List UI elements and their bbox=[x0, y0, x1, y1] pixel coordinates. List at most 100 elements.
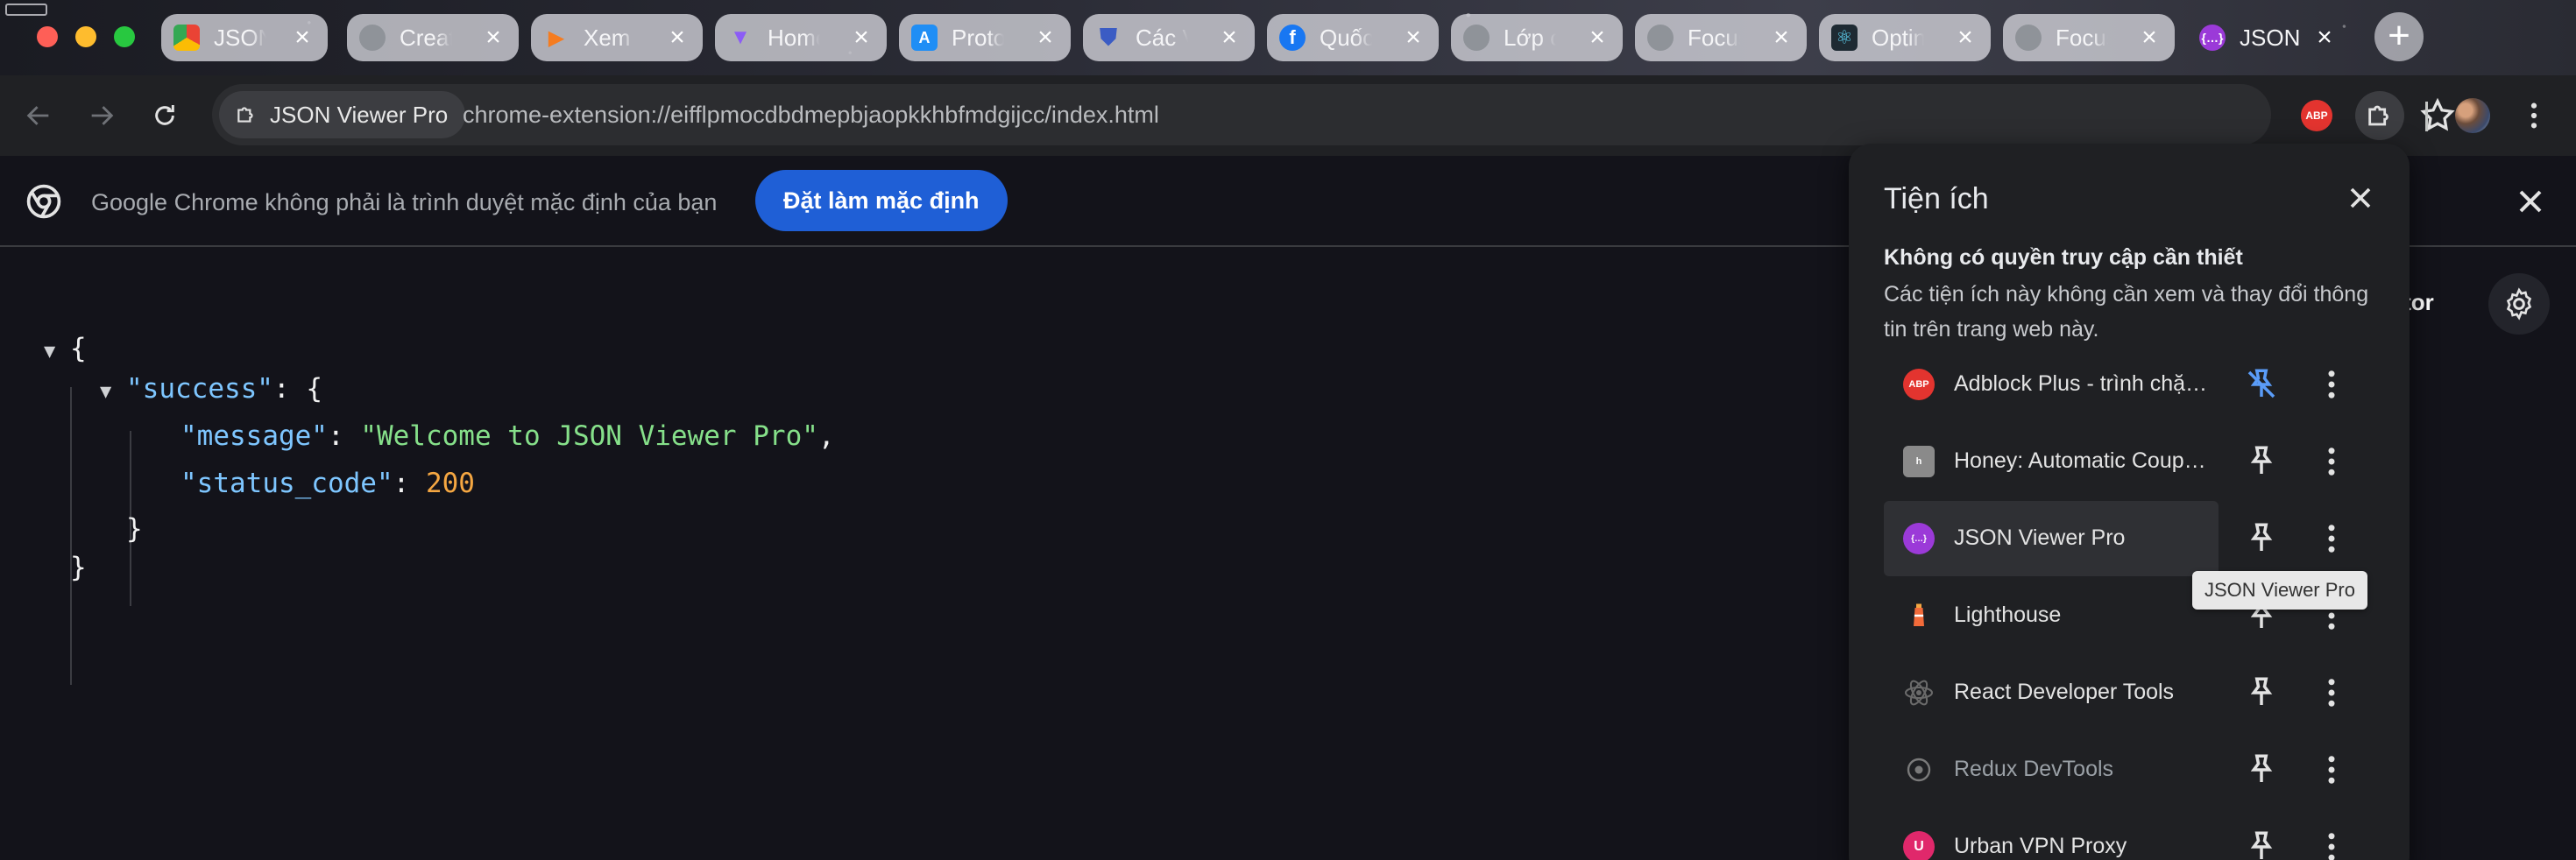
popup-title: Tiện ích bbox=[1884, 182, 1989, 215]
puzzle-icon bbox=[2368, 105, 2388, 126]
tab-title: Proton bbox=[952, 24, 1004, 51]
close-icon[interactable]: × bbox=[1584, 25, 1610, 51]
tab[interactable]: A Proton × bbox=[899, 14, 1071, 61]
json-string-value: "Welcome to JSON Viewer Pro" bbox=[360, 420, 818, 452]
site-info-chip[interactable]: JSON Viewer Pro bbox=[219, 91, 466, 138]
close-icon[interactable] bbox=[2343, 180, 2378, 215]
close-icon[interactable]: × bbox=[2311, 25, 2338, 51]
settings-button[interactable] bbox=[2488, 273, 2550, 335]
extension-row[interactable]: React Developer Tools bbox=[1884, 655, 2392, 730]
tab-title: Lớp c bbox=[1504, 24, 1556, 51]
chrome-icon bbox=[26, 184, 61, 219]
json-root-open: ▼{ bbox=[44, 331, 87, 370]
popup-section-heading: Không có quyền truy cập cần thiết bbox=[1884, 245, 2243, 270]
more-vertical-icon[interactable] bbox=[2313, 674, 2350, 711]
json-viewer-icon: {…} bbox=[2199, 25, 2226, 51]
extension-row[interactable]: Redux DevTools bbox=[1884, 732, 2392, 807]
extension-name: Honey: Automatic Coupons & Rewards bbox=[1954, 448, 2217, 473]
tab[interactable]: JSON × bbox=[161, 14, 328, 61]
tab[interactable]: ⚛ Optin × bbox=[1819, 14, 1991, 61]
extension-row[interactable]: {…} JSON Viewer Pro bbox=[1884, 501, 2392, 576]
tab[interactable]: Create × bbox=[347, 14, 519, 61]
extension-name: React Developer Tools bbox=[1954, 680, 2175, 704]
adblock-plus-toolbar-button[interactable]: ABP bbox=[2292, 91, 2341, 140]
close-icon[interactable]: × bbox=[1032, 25, 1058, 51]
tab-title: JSON bbox=[2240, 24, 2301, 51]
close-icon[interactable]: × bbox=[848, 25, 874, 51]
browser-window: JSON × Create × ▶ Xem T × ▼ Home × A Pro… bbox=[0, 0, 2576, 860]
popup-section-description: Các tiện ích này không cần xem và thay đ… bbox=[1884, 282, 2369, 342]
tab-title: Home bbox=[768, 24, 820, 51]
tab[interactable]: ▼ Home × bbox=[715, 14, 887, 61]
vite-icon: ▼ bbox=[730, 25, 751, 49]
close-icon[interactable]: × bbox=[1768, 25, 1794, 51]
more-vertical-icon[interactable] bbox=[2313, 520, 2350, 557]
json-success-close: } bbox=[126, 513, 143, 545]
avatar bbox=[2455, 98, 2490, 133]
adblock-plus-icon: ABP bbox=[2301, 100, 2332, 131]
close-icon[interactable]: × bbox=[289, 25, 315, 51]
unpin-icon[interactable] bbox=[2243, 366, 2280, 403]
pin-icon[interactable] bbox=[2243, 751, 2280, 788]
extension-row[interactable]: U Urban VPN Proxy bbox=[1884, 809, 2392, 860]
close-icon[interactable] bbox=[2511, 182, 2550, 221]
tab[interactable]: f Quốc × bbox=[1267, 14, 1439, 61]
shield-icon: ⛊ bbox=[1100, 24, 1117, 50]
json-success-line: ▼ "success": { bbox=[100, 371, 322, 410]
menu-button[interactable] bbox=[2509, 91, 2558, 140]
infobar-message: Google Chrome không phải là trình duyệt … bbox=[91, 189, 718, 215]
close-icon[interactable]: × bbox=[1400, 25, 1426, 51]
pin-icon[interactable] bbox=[2243, 443, 2280, 480]
tab[interactable]: Focus × bbox=[1635, 14, 1807, 61]
json-number-value: 200 bbox=[425, 468, 475, 499]
forward-button[interactable] bbox=[77, 91, 126, 140]
maximize-window-button[interactable] bbox=[114, 26, 135, 47]
json-message-line: "message": "Welcome to JSON Viewer Pro", bbox=[180, 420, 835, 452]
close-icon[interactable]: × bbox=[1952, 25, 1978, 51]
adblock-plus-icon: ABP bbox=[1903, 369, 1935, 400]
close-icon[interactable]: × bbox=[480, 25, 506, 51]
honey-icon: h bbox=[1903, 446, 1935, 477]
more-vertical-icon[interactable] bbox=[2313, 828, 2350, 860]
tab[interactable]: ⛊ Các V × bbox=[1083, 14, 1255, 61]
pin-icon[interactable] bbox=[2243, 520, 2280, 557]
pin-icon[interactable] bbox=[2243, 674, 2280, 711]
indent-guide bbox=[70, 387, 72, 685]
new-tab-button[interactable]: + bbox=[2374, 12, 2424, 61]
close-icon[interactable]: × bbox=[664, 25, 690, 51]
json-key: "status_code" bbox=[180, 468, 393, 499]
address-bar[interactable]: JSON Viewer Pro chrome-extension://eiffl… bbox=[212, 84, 2455, 145]
tab-active[interactable]: {…} JSON × bbox=[2187, 14, 2350, 61]
forward-arrow-icon bbox=[91, 106, 114, 125]
close-icon[interactable]: × bbox=[2136, 25, 2162, 51]
close-icon[interactable]: × bbox=[1216, 25, 1242, 51]
react-icon: ⚛ bbox=[1831, 25, 1858, 51]
tab-title: Focus bbox=[2056, 24, 2108, 51]
more-vertical-icon[interactable] bbox=[2313, 443, 2350, 480]
redux-icon bbox=[1907, 758, 1931, 782]
back-button[interactable] bbox=[14, 91, 63, 140]
back-arrow-icon bbox=[26, 106, 49, 125]
url-text[interactable]: chrome-extension://eifflpmocdbdmepbjaopk… bbox=[463, 102, 1159, 129]
tab[interactable]: Focus × bbox=[2003, 14, 2175, 61]
close-window-button[interactable] bbox=[37, 26, 58, 47]
set-default-button[interactable]: Đặt làm mặc định bbox=[755, 170, 1008, 231]
extension-row[interactable]: h Honey: Automatic Coupons & Rewards bbox=[1884, 424, 2392, 499]
more-vertical-icon[interactable] bbox=[2313, 366, 2350, 403]
json-root-close: } bbox=[70, 552, 87, 583]
tab[interactable]: Lớp c × bbox=[1451, 14, 1623, 61]
profile-button[interactable] bbox=[2448, 91, 2497, 140]
pin-icon[interactable] bbox=[2243, 828, 2280, 860]
collapse-caret-icon[interactable]: ▼ bbox=[44, 335, 70, 370]
extensions-button[interactable] bbox=[2355, 91, 2404, 140]
json-key: "success" bbox=[126, 373, 273, 405]
collapse-caret-icon[interactable]: ▼ bbox=[100, 375, 126, 410]
tab[interactable]: ▶ Xem T × bbox=[531, 14, 703, 61]
minimize-window-button[interactable] bbox=[75, 26, 96, 47]
tab-title: Focus bbox=[1688, 24, 1740, 51]
tab-title: Quốc bbox=[1320, 24, 1372, 51]
more-vertical-icon[interactable] bbox=[2313, 751, 2350, 788]
globe-icon bbox=[1647, 25, 1674, 51]
extension-row[interactable]: ABP Adblock Plus - trình chặn quảng cáo bbox=[1884, 347, 2392, 422]
reload-button[interactable] bbox=[140, 91, 189, 140]
